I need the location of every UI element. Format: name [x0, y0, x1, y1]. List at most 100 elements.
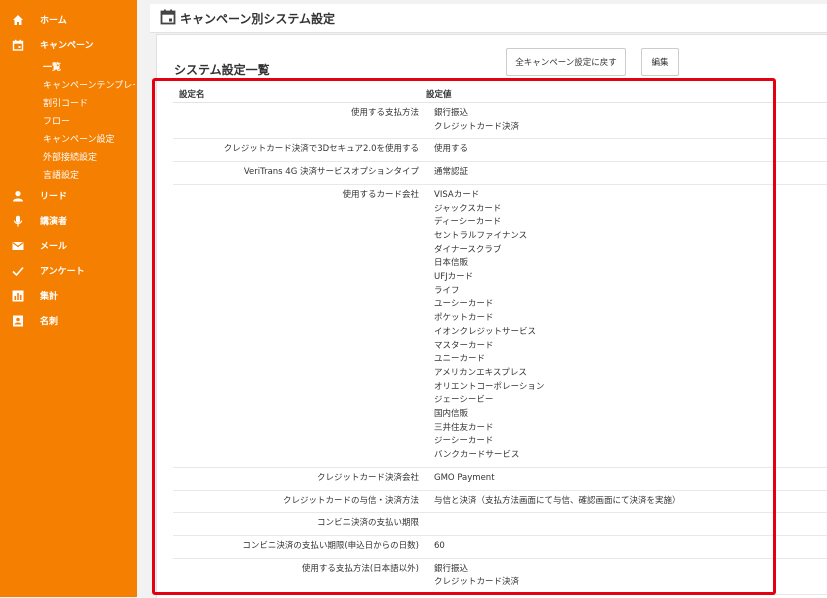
setting-value: マスターカード [434, 340, 494, 351]
setting-name: コンビニ決済の支払い期限 [316, 518, 419, 529]
table-row: クレジットカード決済会社 GMO Payment [173, 468, 827, 491]
sidebar-subitem-flow[interactable]: フロー [0, 111, 137, 129]
setting-value: ユーシーカード [434, 299, 494, 310]
setting-value: 通常認証 [434, 167, 469, 178]
setting-value: 銀行振込 [434, 563, 469, 574]
microphone-icon [12, 215, 24, 227]
sidebar-subitem-external-connection[interactable]: 外部接続設定 [0, 147, 137, 165]
setting-name: 使用する支払方法(日本語以外) [301, 563, 419, 574]
setting-value: バンクカードサービス [434, 450, 520, 461]
sidebar-subitem-list[interactable]: 一覧 [0, 57, 137, 75]
setting-value: GMO Payment [434, 472, 495, 483]
column-header-name: 設定名 [179, 90, 205, 100]
setting-value: ユニーカード [434, 354, 486, 365]
setting-value: アメリカンエキスプレス [434, 367, 527, 378]
sidebar-item-home[interactable]: ホーム [0, 7, 137, 32]
sidebar-subitem-language[interactable]: 言語設定 [0, 165, 137, 183]
page-title: キャンペーン別システム設定 [180, 12, 336, 26]
setting-value: ポケットカード [434, 313, 494, 324]
table-row: 使用する支払方法 銀行振込クレジットカード決済 [173, 103, 827, 140]
sidebar-subitem-label: フロー [43, 116, 71, 127]
sidebar: ホーム キャンペーン 一覧 キャンペーンテンプレート 割引コード フロー キャン… [0, 0, 137, 597]
sidebar-item-mail[interactable]: メール [0, 233, 137, 258]
table-row: コンビニ決済の支払い期限(申込日からの日数) 60 [173, 536, 827, 559]
sidebar-item-stats[interactable]: 集計 [0, 283, 137, 308]
setting-values: 与信と決済（支払方法画面にて与信、確認画面にて決済を実施） [434, 495, 681, 509]
column-header-value: 設定値 [426, 90, 452, 100]
calendar-icon [12, 39, 24, 51]
calendar-icon [160, 9, 176, 29]
setting-name: 使用するカード会社 [342, 189, 419, 200]
sidebar-subitem-label: 言語設定 [43, 170, 80, 181]
setting-value: VISAカード [434, 189, 480, 200]
setting-value: 与信と決済（支払方法画面にて与信、確認画面にて決済を実施） [434, 495, 681, 506]
setting-value: ディーシーカード [434, 217, 502, 228]
sidebar-item-business-card[interactable]: 名刺 [0, 308, 137, 333]
edit-button[interactable]: 編集 [641, 48, 679, 76]
setting-value [434, 517, 437, 531]
setting-value: クレジットカード決済 [434, 577, 520, 588]
mail-icon [12, 240, 24, 252]
sidebar-subitem-campaign-settings[interactable]: キャンペーン設定 [0, 129, 137, 147]
person-icon [12, 190, 24, 202]
section-title: システム設定一覧 [174, 63, 270, 77]
home-icon [12, 14, 24, 26]
setting-values: 60 [434, 540, 445, 554]
setting-value: ジーシーカード [434, 436, 494, 447]
setting-name: クレジットカード決済会社 [316, 472, 419, 483]
sidebar-item-label: ホーム [40, 16, 67, 26]
sidebar-item-label: アンケート [40, 267, 85, 277]
sidebar-item-label: 集計 [40, 292, 59, 302]
sidebar-subitem-label: 外部接続設定 [43, 152, 98, 163]
sidebar-item-speakers[interactable]: 講演者 [0, 208, 137, 233]
reset-to-all-campaign-settings-button[interactable]: 全キャンペーン設定に戻す [506, 48, 626, 76]
sidebar-subitem-label: キャンペーンテンプレート [43, 80, 135, 91]
table-body: 使用する支払方法 銀行振込 クレジットカード決済 クレジットカード決済で3Dセキュア2… [173, 103, 827, 596]
sidebar-item-survey[interactable]: アンケート [0, 258, 137, 283]
chart-icon [12, 290, 24, 302]
sidebar-subitem-discount-code[interactable]: 割引コード [0, 93, 137, 111]
table-header: 設定名 設定値 [173, 82, 827, 103]
page-header: キャンペーン別システム設定 [150, 4, 827, 33]
sidebar-subitem-label: キャンペーン設定 [43, 134, 115, 145]
setting-name: クレジットカード決済で3Dセキュア2.0を使用する [223, 144, 419, 155]
setting-value: UFJカード [434, 272, 474, 283]
table-row: 使用するカード会社 VISAカード ジャックスカード ディーシーカード セントラルファイ… [173, 185, 827, 468]
sidebar-subitem-label: 割引コード [43, 98, 89, 109]
setting-name: VeriTrans 4G 決済サービスオプションタイプ [243, 167, 419, 178]
table-row: クレジットカード決済で3Dセキュア2.0を使用する 使用する [173, 139, 827, 163]
table-row: クレジットカードの与信・決済方法 与信と決済（支払方法画面にて与信、確認画面にて決… [173, 491, 827, 514]
setting-value: ジェーシービー [434, 395, 494, 406]
setting-value: 国内信販 [434, 409, 469, 420]
setting-value: ライフ [434, 285, 460, 296]
setting-values: GMO Payment [434, 472, 495, 486]
settings-panel: システム設定一覧 全キャンペーン設定に戻す 編集 設定名 設定値 使用する支払方… [156, 34, 827, 598]
setting-value: イオンクレジットサービス [434, 326, 537, 337]
setting-name: クレジットカードの与信・決済方法 [282, 495, 419, 506]
setting-name: コンビニ決済の支払い期限(申込日からの日数) [242, 540, 419, 551]
check-icon [12, 265, 24, 277]
setting-values: 使用する [434, 143, 468, 157]
setting-value: 日本信販 [434, 258, 469, 269]
sidebar-item-label: 名刺 [40, 317, 59, 327]
sidebar-subitem-campaign-template[interactable]: キャンペーンテンプレート [0, 75, 137, 93]
contact-card-icon [12, 315, 24, 327]
setting-values: 銀行振込クレジットカード決済 [434, 563, 519, 590]
setting-value: 銀行振込 [434, 108, 469, 118]
setting-value: ジャックスカード [434, 203, 502, 214]
sidebar-item-lead[interactable]: リード [0, 183, 137, 208]
setting-values [434, 517, 437, 531]
setting-values: 銀行振込クレジットカード決済 [434, 107, 519, 134]
sidebar-item-label: メール [40, 242, 68, 252]
table-row: コンビニ決済の支払い期限 [173, 513, 827, 536]
setting-values: VISAカード ジャックスカード ディーシーカード セントラルファイナンス ダイナースク… [434, 189, 544, 463]
setting-value: 60 [434, 540, 445, 551]
setting-value: 三井住友カード [434, 422, 494, 433]
sidebar-item-label: キャンペーン [40, 41, 94, 51]
sidebar-item-campaign[interactable]: キャンペーン [0, 32, 137, 57]
setting-value: クレジットカード決済 [434, 121, 520, 132]
sidebar-item-label: 講演者 [40, 217, 68, 227]
sidebar-subitem-label: 一覧 [43, 62, 62, 73]
setting-name: 使用する支払方法 [350, 108, 419, 118]
setting-value: オリエントコーポレーション [434, 381, 545, 392]
